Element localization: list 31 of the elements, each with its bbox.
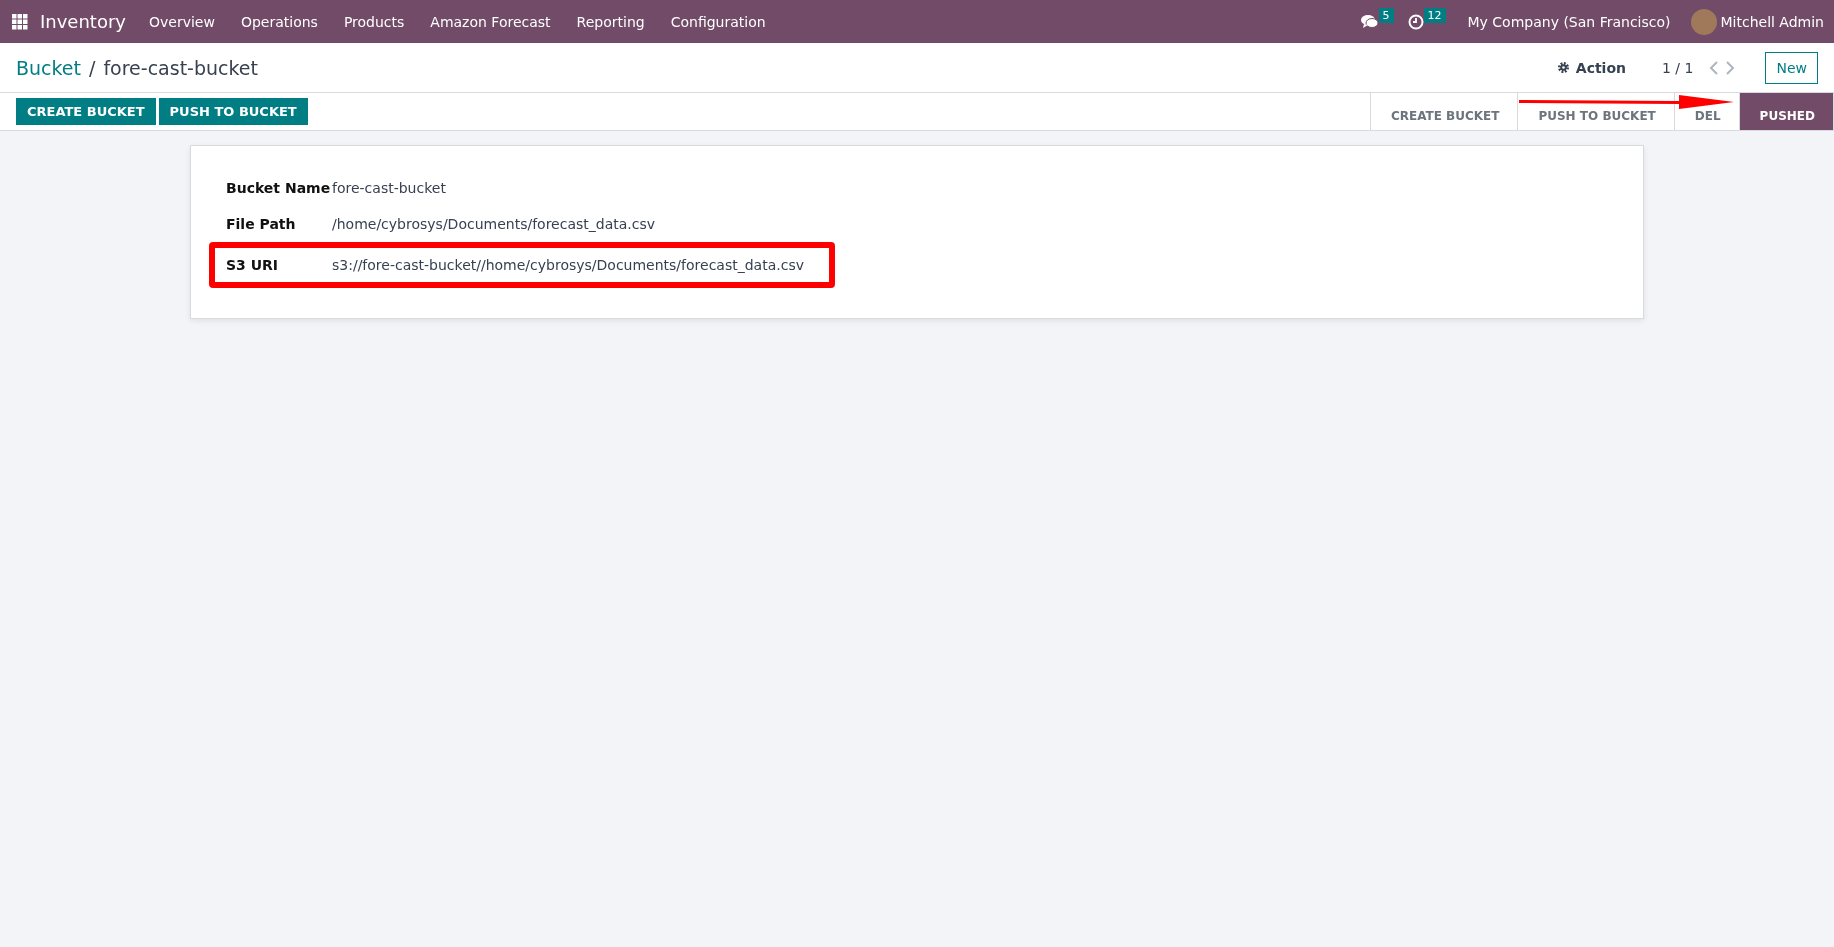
chat-icon[interactable]	[1360, 13, 1379, 30]
clock-icon[interactable]	[1407, 13, 1424, 30]
field-value: s3://fore-cast-bucket//home/cybrosys/Documents/forecast_data.csv	[332, 257, 804, 273]
status-stage[interactable]: CREATE BUCKET	[1370, 93, 1519, 130]
message-count-badge: 5	[1378, 8, 1394, 23]
field-value: /home/cybrosys/Documents/forecast_data.csv	[332, 216, 655, 232]
header-action-button[interactable]: PUSH TO BUCKET	[158, 98, 308, 125]
header-action-button[interactable]: CREATE BUCKET	[16, 98, 156, 125]
new-button[interactable]: New	[1765, 51, 1818, 84]
record-title: fore-cast-bucket	[103, 56, 258, 79]
user-menu[interactable]: Mitchell Admin	[1720, 13, 1824, 30]
field-label: S3 URI	[226, 257, 280, 273]
menu-item[interactable]: Overview	[136, 13, 228, 30]
menu-item[interactable]: Reporting	[563, 13, 658, 30]
app-name[interactable]: Inventory	[40, 11, 126, 32]
field-value: fore-cast-bucket	[332, 180, 446, 196]
action-menu[interactable]: Action	[1575, 59, 1626, 76]
field-label: File Path	[226, 216, 297, 232]
field-label: Bucket Name	[226, 180, 332, 196]
status-stage[interactable]: PUSHED	[1739, 93, 1834, 130]
breadcrumb-link[interactable]: Bucket	[16, 56, 81, 79]
gear-icon[interactable]	[1556, 61, 1570, 74]
breadcrumb-separator: /	[89, 56, 96, 79]
menu-item[interactable]: Amazon Forecast	[417, 13, 564, 30]
menu-item[interactable]: Products	[330, 13, 418, 30]
menu-item[interactable]: Operations	[227, 13, 331, 30]
menu-item[interactable]: Configuration	[657, 13, 779, 30]
pager-value: 1 / 1	[1662, 59, 1694, 76]
activity-count-badge: 12	[1423, 8, 1446, 23]
apps-grid-icon[interactable]	[12, 13, 28, 30]
company-switcher[interactable]: My Company (San Francisco)	[1467, 13, 1671, 30]
